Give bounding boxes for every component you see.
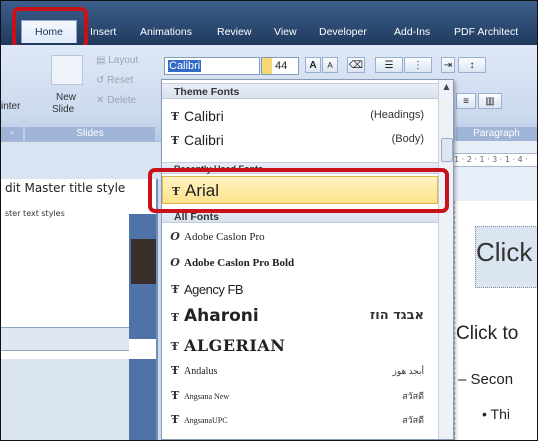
scroll-up-icon[interactable]: ▲ bbox=[439, 80, 453, 94]
font-item-calibri-headings[interactable]: Ŧ Calibri (Headings) bbox=[162, 104, 438, 126]
thumb-body-text: ster text styles bbox=[5, 209, 65, 218]
font-name-combobox[interactable]: Calibri bbox=[164, 57, 260, 75]
thumb-title-text: dit Master title style bbox=[5, 181, 126, 195]
clear-formatting-icon[interactable]: ⌫ bbox=[347, 57, 365, 73]
thumb-photo bbox=[131, 239, 156, 284]
tab-developer[interactable]: Developer bbox=[319, 23, 367, 41]
home-tab-highlight bbox=[12, 7, 88, 49]
font-item-adobe-caslon-pro-bold[interactable]: O Adobe Caslon Pro Bold bbox=[162, 252, 438, 274]
second-level-text[interactable]: – Secon bbox=[458, 371, 513, 388]
grow-font-button[interactable]: A bbox=[305, 57, 321, 73]
delete-button[interactable]: ✕ Delete bbox=[96, 95, 136, 106]
new-slide-sub-label[interactable]: Slide bbox=[52, 104, 74, 115]
font-item-agency-fb[interactable]: Ŧ Agency FB bbox=[162, 277, 438, 301]
scrollbar-thumb[interactable] bbox=[441, 138, 453, 162]
numbering-icon[interactable]: ⋮ bbox=[404, 57, 432, 73]
tab-add-ins[interactable]: Add-Ins bbox=[394, 23, 430, 41]
tab-view[interactable]: View bbox=[274, 23, 297, 41]
truetype-icon: Ŧ bbox=[171, 283, 179, 296]
bullets-icon[interactable]: ☰ bbox=[375, 57, 403, 73]
thumb-footer-band bbox=[1, 327, 129, 351]
font-item-angsana-new[interactable]: Ŧ Angsana New สวัสดี bbox=[162, 385, 438, 407]
font-item-algerian[interactable]: Ŧ ALGERIAN bbox=[162, 332, 438, 358]
shrink-font-button[interactable]: A bbox=[322, 57, 338, 73]
tab-review[interactable]: Review bbox=[217, 23, 251, 41]
paragraph-group-label: Paragraph bbox=[456, 127, 537, 141]
third-level-text[interactable]: • Thi bbox=[482, 406, 510, 422]
font-dropdown-list[interactable]: Theme Fonts Ŧ Calibri (Headings) Ŧ Calibri… bbox=[161, 79, 454, 440]
layout-button[interactable]: ▤ Layout bbox=[96, 55, 138, 66]
clipboard-group-label: ▫ bbox=[1, 127, 23, 141]
truetype-icon: Ŧ bbox=[170, 340, 180, 353]
truetype-icon: Ŧ bbox=[170, 364, 180, 377]
reset-button[interactable]: ↺ Reset bbox=[96, 75, 133, 86]
thumb-blue-panel-lower bbox=[129, 359, 156, 440]
slides-group-label: Slides bbox=[25, 127, 155, 141]
truetype-icon: Ŧ bbox=[170, 311, 180, 324]
truetype-icon: Ŧ bbox=[170, 134, 180, 147]
opentype-icon: O bbox=[170, 230, 180, 243]
format-painter-label[interactable]: inter bbox=[1, 101, 20, 112]
font-item-aharoni[interactable]: Ŧ Aharoni אבגד הוז bbox=[162, 303, 438, 329]
font-item-angsanaupc[interactable]: Ŧ AngsanaUPC สวัสดี bbox=[162, 409, 438, 431]
font-dropdown-arrow-icon[interactable] bbox=[262, 58, 272, 74]
columns-icon[interactable]: ▥ bbox=[478, 93, 502, 109]
truetype-icon: Ŧ bbox=[170, 110, 180, 123]
tab-animations[interactable]: Animations bbox=[140, 23, 192, 41]
new-slide-label[interactable]: New bbox=[56, 92, 76, 103]
indent-icon[interactable]: ⇥ bbox=[441, 57, 455, 73]
pane-tab-strip bbox=[1, 141, 161, 180]
truetype-icon: Ŧ bbox=[170, 389, 180, 402]
font-size-value[interactable]: 44 bbox=[275, 60, 287, 72]
new-slide-icon[interactable] bbox=[51, 55, 83, 85]
line-spacing-icon[interactable]: ↕ bbox=[458, 57, 486, 73]
title-placeholder[interactable]: Click bbox=[475, 226, 537, 288]
master-slide-thumbnail[interactable]: dit Master title style ster text styles bbox=[1, 179, 158, 440]
font-item-adobe-caslon-pro[interactable]: O Adobe Caslon Pro bbox=[162, 226, 438, 248]
arial-highlight bbox=[148, 168, 449, 213]
title-placeholder-text: Click bbox=[476, 237, 533, 267]
font-list-scrollbar[interactable]: ▲ bbox=[438, 80, 453, 439]
tab-pdf-architect[interactable]: PDF Architect bbox=[454, 23, 518, 41]
powerpoint-window: Home Insert Animations Review View Devel… bbox=[0, 0, 538, 441]
theme-fonts-header: Theme Fonts bbox=[162, 83, 438, 99]
font-item-andalus[interactable]: Ŧ Andalus أبجد هوز bbox=[162, 360, 438, 382]
align-icon[interactable]: ≡ bbox=[456, 93, 476, 109]
horizontal-ruler: 1 · 2 · 1 · 3 · 1 · 4 · bbox=[454, 153, 537, 167]
font-item-calibri-body[interactable]: Ŧ Calibri (Body) bbox=[162, 128, 438, 150]
tab-insert[interactable]: Insert bbox=[90, 23, 116, 41]
body-placeholder-text[interactable]: Click to bbox=[456, 323, 518, 345]
font-size-combobox[interactable]: 44 bbox=[261, 57, 299, 75]
opentype-icon: O bbox=[170, 256, 180, 269]
font-name-value[interactable]: Calibri bbox=[168, 60, 202, 72]
truetype-icon: Ŧ bbox=[170, 413, 180, 426]
